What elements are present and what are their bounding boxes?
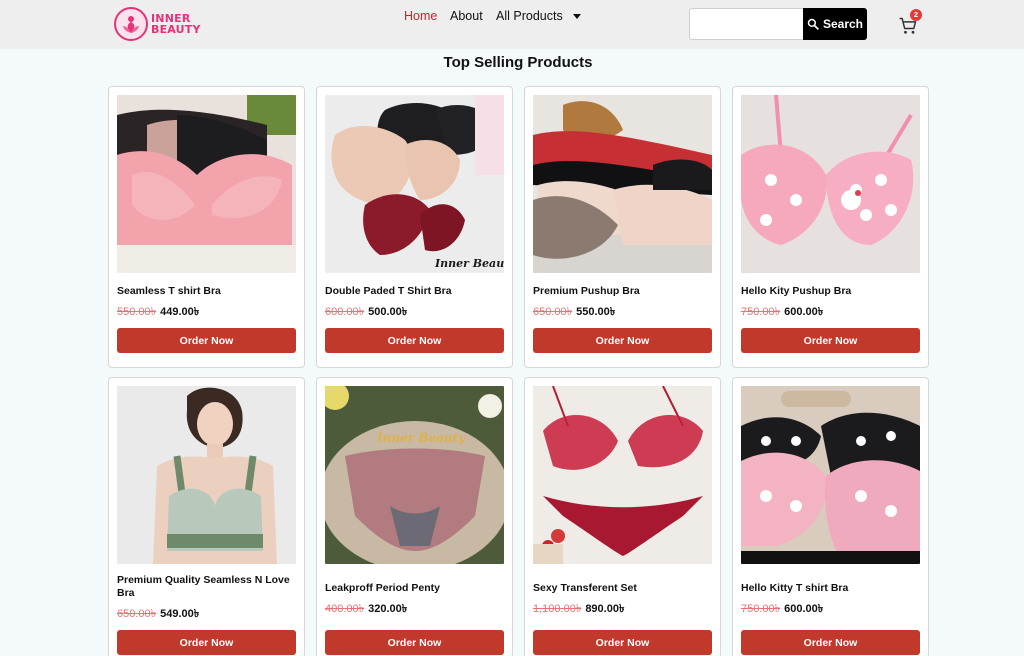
product-card[interactable]: Premium Pushup Bra 650.00৳ 550.00৳ Order… (524, 86, 721, 368)
nav-about[interactable]: About (450, 9, 483, 23)
search-button[interactable]: Search (803, 8, 867, 40)
nav-all-products-label: All Products (496, 9, 563, 23)
product-prices: 400.00৳ 320.00৳ (325, 600, 407, 619)
product-card[interactable]: Hello Kity Pushup Bra 750.00৳ 600.00৳ Or… (732, 86, 929, 368)
new-price: 320.00৳ (368, 603, 408, 615)
order-now-button[interactable]: Order Now (117, 630, 296, 655)
product-prices: 650.00৳ 550.00৳ (533, 303, 615, 322)
brand-logo[interactable]: INNER BEAUTY (114, 5, 208, 43)
image-watermark: Inner Beauty (376, 431, 466, 445)
product-image[interactable] (117, 386, 296, 564)
search-input[interactable] (689, 8, 805, 40)
product-name[interactable]: Sexy Transferent Set (533, 582, 713, 595)
search-button-label: Search (822, 17, 864, 31)
old-price: 550.00৳ (117, 306, 157, 318)
lotus-logo-icon (114, 7, 148, 41)
cart-button[interactable]: 2 (898, 9, 924, 37)
new-price: 449.00৳ (160, 306, 200, 318)
product-card[interactable]: Hello Kitty T shirt Bra 750.00৳ 600.00৳ … (732, 377, 929, 656)
product-prices: 1,100.00৳ 890.00৳ (533, 600, 624, 619)
old-price: 400.00৳ (325, 603, 365, 615)
new-price: 550.00৳ (576, 306, 616, 318)
product-prices: 750.00৳ 600.00৳ (741, 303, 823, 322)
product-image[interactable] (741, 386, 920, 564)
new-price: 600.00৳ (784, 306, 824, 318)
product-name[interactable]: Seamless T shirt Bra (117, 285, 297, 298)
product-name[interactable]: Hello Kitty T shirt Bra (741, 582, 921, 595)
product-image[interactable] (741, 95, 920, 273)
old-price: 750.00৳ (741, 603, 781, 615)
new-price: 890.00৳ (585, 603, 625, 615)
product-prices: 600.00৳ 500.00৳ (325, 303, 407, 322)
product-card[interactable]: Inner Beauty Double Paded T Shirt Bra 60… (316, 86, 513, 368)
new-price: 500.00৳ (368, 306, 408, 318)
product-card[interactable]: Premium Quality Seamless N Love Bra 650.… (108, 377, 305, 656)
order-now-button[interactable]: Order Now (533, 328, 712, 353)
product-image[interactable]: Inner Beauty (325, 386, 504, 564)
search-icon (807, 18, 819, 30)
order-now-button[interactable]: Order Now (533, 630, 712, 655)
cart-count-badge: 2 (910, 9, 922, 21)
product-image[interactable] (117, 95, 296, 273)
order-now-button[interactable]: Order Now (741, 328, 920, 353)
product-image[interactable] (533, 386, 712, 564)
product-name[interactable]: Premium Pushup Bra (533, 285, 713, 298)
product-prices: 750.00৳ 600.00৳ (741, 600, 823, 619)
new-price: 549.00৳ (160, 608, 200, 620)
product-name[interactable]: Hello Kity Pushup Bra (741, 285, 921, 298)
order-now-button[interactable]: Order Now (741, 630, 920, 655)
image-watermark: Inner Beauty (434, 257, 504, 270)
order-now-button[interactable]: Order Now (117, 328, 296, 353)
old-price: 750.00৳ (741, 306, 781, 318)
old-price: 650.00৳ (533, 306, 573, 318)
product-image[interactable]: Inner Beauty (325, 95, 504, 273)
product-card[interactable]: Seamless T shirt Bra 550.00৳ 449.00৳ Ord… (108, 86, 305, 368)
product-card[interactable]: Sexy Transferent Set 1,100.00৳ 890.00৳ O… (524, 377, 721, 656)
product-name[interactable]: Premium Quality Seamless N Love Bra (117, 574, 297, 600)
product-prices: 550.00৳ 449.00৳ (117, 303, 199, 322)
section-title: Top Selling Products (443, 54, 593, 71)
order-now-button[interactable]: Order Now (325, 328, 504, 353)
nav-home[interactable]: Home (404, 9, 437, 23)
site-header: INNER BEAUTY Home About All Products Sea… (0, 0, 1024, 49)
caret-down-icon (572, 13, 581, 19)
old-price: 600.00৳ (325, 306, 365, 318)
brand-name: INNER BEAUTY (151, 13, 201, 35)
product-card[interactable]: Inner Beauty Leakproff Period Penty 400.… (316, 377, 513, 656)
product-prices: 650.00৳ 549.00৳ (117, 605, 199, 624)
old-price: 650.00৳ (117, 608, 157, 620)
old-price: 1,100.00৳ (533, 603, 582, 615)
product-image[interactable] (533, 95, 712, 273)
new-price: 600.00৳ (784, 603, 824, 615)
brand-line-2: BEAUTY (151, 23, 201, 36)
product-name[interactable]: Double Paded T Shirt Bra (325, 285, 505, 298)
order-now-button[interactable]: Order Now (325, 630, 504, 655)
nav-all-products[interactable]: All Products (496, 9, 581, 23)
product-name[interactable]: Leakproff Period Penty (325, 582, 505, 595)
